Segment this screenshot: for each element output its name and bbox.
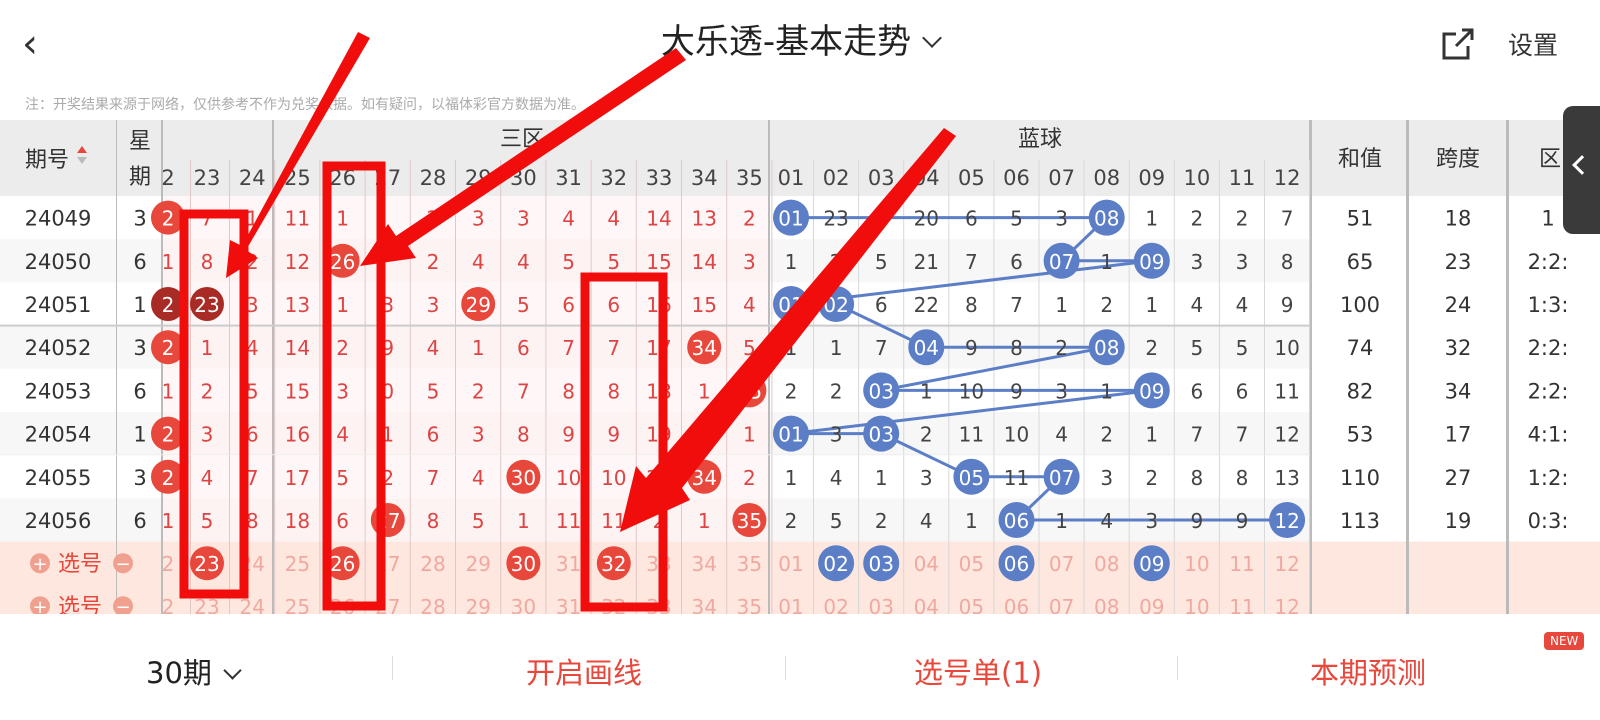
arrow-3 xyxy=(620,128,956,532)
periods-label: 30期 xyxy=(146,656,212,690)
chevron-down-icon xyxy=(223,661,242,680)
highlight-box-26 xyxy=(322,161,386,611)
highlight-box-32 xyxy=(580,272,668,612)
draw-line-button[interactable]: 开启画线 xyxy=(526,650,642,692)
arrow-1 xyxy=(226,32,370,278)
side-collapse-button[interactable] xyxy=(1563,106,1600,234)
periods-selector[interactable]: 30期 xyxy=(146,650,242,692)
divider xyxy=(1177,656,1178,680)
predict-button[interactable]: 本期预测 xyxy=(1310,650,1426,692)
chevron-left-icon xyxy=(1572,155,1592,175)
arrow-2 xyxy=(360,48,686,266)
selection-list-button[interactable]: 选号单(1) xyxy=(914,650,1042,692)
arrows xyxy=(226,32,956,532)
new-badge: NEW xyxy=(1544,632,1585,650)
divider xyxy=(392,656,393,680)
app: ‹ 大乐透-基本走势 设置 注：开奖结果来源于网络，仅供参考不作为兑奖依据。如有… xyxy=(0,0,1600,720)
annotation-layer xyxy=(179,32,956,612)
divider xyxy=(785,656,786,680)
bottom-bar: 30期 开启画线 选号单(1) 本期预测 xyxy=(0,614,1600,720)
